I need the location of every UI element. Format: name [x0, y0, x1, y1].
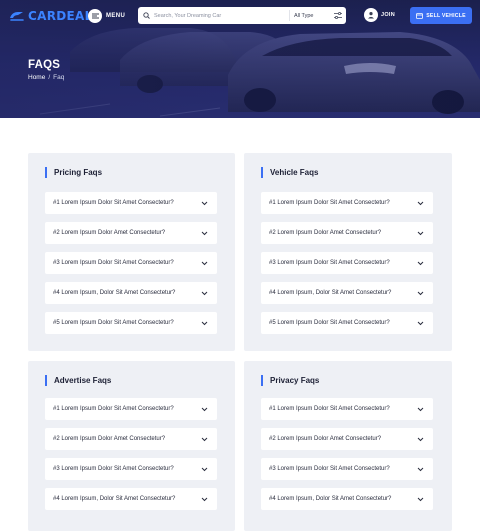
page-title: FAQS [28, 59, 61, 71]
faq-question: #1 Lorem Ipsum Dolor Sit Amet Consectetu… [269, 200, 390, 206]
type-select[interactable]: All Type [290, 7, 330, 24]
faq-question: #4 Lorem Ipsum, Dolor Sit Amet Consectet… [269, 290, 392, 296]
join-button[interactable]: JOIN [364, 8, 395, 22]
faq-section-pricing: Pricing Faqs #1 Lorem Ipsum Dolor Sit Am… [28, 153, 235, 351]
faq-section-advertise: Advertise Faqs #1 Lorem Ipsum Dolor Sit … [28, 361, 235, 531]
faq-question: #1 Lorem Ipsum Dolor Sit Amet Consectetu… [53, 406, 174, 412]
faq-item[interactable]: #3 Lorem Ipsum Dolor Sit Amet Consectetu… [261, 458, 433, 480]
faq-item[interactable]: #4 Lorem Ipsum, Dolor Sit Amet Consectet… [261, 488, 433, 510]
menu-label: MENU [106, 13, 126, 19]
faq-item[interactable]: #5 Lorem Ipsum Dolor Sit Amet Consectetu… [261, 312, 433, 334]
faq-question: #5 Lorem Ipsum Dolor Sit Amet Consectetu… [53, 320, 174, 326]
search-icon[interactable] [138, 7, 154, 24]
faq-item[interactable]: #5 Lorem Ipsum Dolor Sit Amet Consectetu… [45, 312, 217, 334]
top-navigation: CARDEAL MENU All Type JOIN [0, 0, 480, 32]
chevron-down-icon [417, 291, 424, 295]
faq-item[interactable]: #2 Lorem Ipsum Dolor Amet Consectetur? [45, 428, 217, 450]
search-bar: All Type [138, 7, 346, 24]
faq-item[interactable]: #2 Lorem Ipsum Dolor Amet Consectetur? [45, 222, 217, 244]
faq-question: #2 Lorem Ipsum Dolor Amet Consectetur? [269, 436, 382, 442]
join-label: JOIN [381, 12, 396, 18]
search-input[interactable] [154, 7, 289, 24]
user-icon [364, 8, 378, 22]
faq-question: #3 Lorem Ipsum Dolor Sit Amet Consectetu… [53, 466, 174, 472]
faq-question: #2 Lorem Ipsum Dolor Amet Consectetur? [53, 230, 166, 236]
chevron-down-icon [417, 261, 424, 265]
breadcrumb-home-link[interactable]: Home [28, 74, 45, 81]
faq-item[interactable]: #1 Lorem Ipsum Dolor Sit Amet Consectetu… [45, 192, 217, 214]
chevron-down-icon [417, 201, 424, 205]
section-title: Pricing Faqs [45, 167, 102, 178]
faq-item[interactable]: #1 Lorem Ipsum Dolor Sit Amet Consectetu… [45, 398, 217, 420]
sell-vehicle-button[interactable]: SELL VEHICLE [410, 7, 472, 24]
sell-icon [416, 12, 424, 19]
faq-item[interactable]: #3 Lorem Ipsum Dolor Sit Amet Consectetu… [261, 252, 433, 274]
faq-question: #2 Lorem Ipsum Dolor Amet Consectetur? [269, 230, 382, 236]
breadcrumb: Home / Faq [28, 74, 64, 81]
faq-question: #1 Lorem Ipsum Dolor Sit Amet Consectetu… [269, 406, 390, 412]
faq-question: #3 Lorem Ipsum Dolor Sit Amet Consectetu… [269, 466, 390, 472]
chevron-down-icon [201, 407, 208, 411]
chevron-down-icon [201, 201, 208, 205]
faq-item[interactable]: #3 Lorem Ipsum Dolor Sit Amet Consectetu… [45, 458, 217, 480]
chevron-down-icon [417, 231, 424, 235]
faq-item[interactable]: #4 Lorem Ipsum, Dolor Sit Amet Consectet… [45, 282, 217, 304]
chevron-down-icon [201, 437, 208, 441]
faq-item[interactable]: #2 Lorem Ipsum Dolor Amet Consectetur? [261, 222, 433, 244]
chevron-down-icon [417, 467, 424, 471]
sell-vehicle-label: SELL VEHICLE [426, 12, 466, 19]
hero-banner: CARDEAL MENU All Type JOIN [0, 0, 480, 118]
faq-section-privacy: Privacy Faqs #1 Lorem Ipsum Dolor Sit Am… [244, 361, 452, 531]
logo-mark-icon [10, 12, 24, 21]
chevron-down-icon [201, 231, 208, 235]
faq-item[interactable]: #4 Lorem Ipsum, Dolor Sit Amet Consectet… [261, 282, 433, 304]
section-title: Advertise Faqs [45, 375, 111, 386]
faq-item[interactable]: #2 Lorem Ipsum Dolor Amet Consectetur? [261, 428, 433, 450]
faq-question: #4 Lorem Ipsum, Dolor Sit Amet Consectet… [53, 496, 176, 502]
section-title: Vehicle Faqs [261, 167, 318, 178]
logo[interactable]: CARDEAL [8, 8, 93, 24]
faq-item[interactable]: #4 Lorem Ipsum, Dolor Sit Amet Consectet… [45, 488, 217, 510]
faq-item[interactable]: #1 Lorem Ipsum Dolor Sit Amet Consectetu… [261, 192, 433, 214]
faq-question: #5 Lorem Ipsum Dolor Sit Amet Consectetu… [269, 320, 390, 326]
faq-question: #1 Lorem Ipsum Dolor Sit Amet Consectetu… [53, 200, 174, 206]
faq-section-vehicle: Vehicle Faqs #1 Lorem Ipsum Dolor Sit Am… [244, 153, 452, 351]
logo-text: CARDEAL [28, 9, 93, 23]
chevron-down-icon [201, 497, 208, 501]
faq-item[interactable]: #1 Lorem Ipsum Dolor Sit Amet Consectetu… [261, 398, 433, 420]
menu-icon [88, 9, 102, 23]
section-title: Privacy Faqs [261, 375, 319, 386]
chevron-down-icon [201, 467, 208, 471]
chevron-down-icon [417, 497, 424, 501]
chevron-down-icon [201, 321, 208, 325]
chevron-down-icon [417, 321, 424, 325]
menu-button[interactable]: MENU [88, 8, 125, 24]
chevron-down-icon [417, 407, 424, 411]
faq-question: #3 Lorem Ipsum Dolor Sit Amet Consectetu… [53, 260, 174, 266]
breadcrumb-separator: / [48, 74, 51, 81]
faq-question: #4 Lorem Ipsum, Dolor Sit Amet Consectet… [53, 290, 176, 296]
chevron-down-icon [201, 291, 208, 295]
faq-question: #3 Lorem Ipsum Dolor Sit Amet Consectetu… [269, 260, 390, 266]
faq-question: #4 Lorem Ipsum, Dolor Sit Amet Consectet… [269, 496, 392, 502]
breadcrumb-current: Faq [53, 74, 65, 81]
filter-icon[interactable] [330, 7, 346, 24]
faq-item[interactable]: #3 Lorem Ipsum Dolor Sit Amet Consectetu… [45, 252, 217, 274]
chevron-down-icon [417, 437, 424, 441]
faq-sections: Pricing Faqs #1 Lorem Ipsum Dolor Sit Am… [0, 118, 480, 531]
faq-question: #2 Lorem Ipsum Dolor Amet Consectetur? [53, 436, 166, 442]
chevron-down-icon [201, 261, 208, 265]
